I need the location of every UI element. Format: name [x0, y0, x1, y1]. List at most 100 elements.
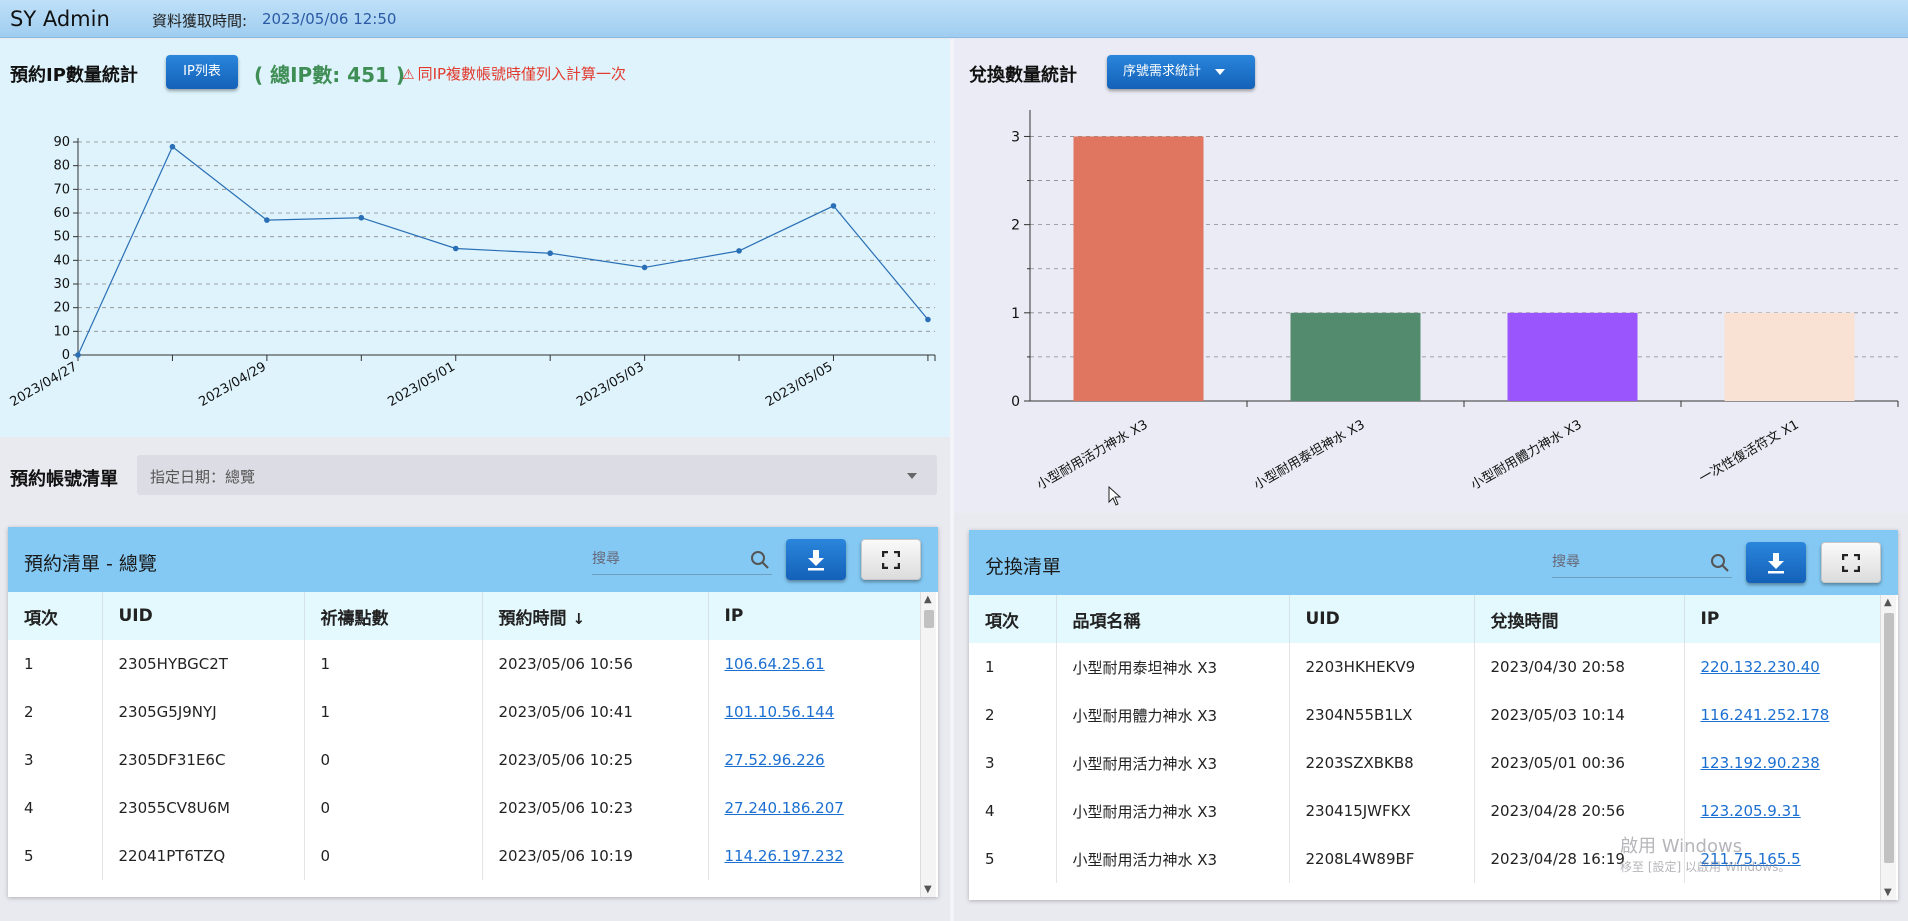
arrow-down-icon[interactable]: ↓: [573, 610, 586, 628]
col-header-no[interactable]: 項次: [969, 595, 1057, 643]
reserve-search-input[interactable]: [592, 545, 742, 573]
table-row[interactable]: 4 小型耐用活力神水 X3 230415JWFKX 2023/04/28 20:56 1…: [969, 787, 1881, 835]
cell-ip: 116.241.252.178: [1684, 691, 1881, 739]
caret-down-icon: [1215, 68, 1226, 75]
cell-time: 2023/05/06 10:23: [482, 784, 709, 832]
cell-item: 小型耐用泰坦神水 X3: [1056, 643, 1290, 691]
table-row[interactable]: 2 2305G5J9NYJ 1 2023/05/06 10:41 101.10.56.1…: [8, 688, 921, 736]
cell-ip: 114.26.197.232: [708, 832, 921, 880]
table-row[interactable]: 1 小型耐用泰坦神水 X3 2203HKHEKV9 2023/04/30 20:58 2…: [969, 643, 1881, 691]
ip-link[interactable]: 106.64.25.61: [725, 655, 825, 673]
cell-uid: 2304N55B1LX: [1289, 691, 1475, 739]
scroll-up-icon[interactable]: ▲: [1884, 597, 1892, 608]
account-list-title: 預約帳號清單: [10, 469, 118, 490]
cell-no: 4: [969, 787, 1057, 835]
redeem-scrollbar[interactable]: ▲ ▼: [1880, 595, 1896, 900]
cell-no: 2: [969, 691, 1057, 739]
y-tick-label: 80: [53, 159, 70, 174]
y-tick-label: 20: [53, 301, 70, 316]
x-tick-label: 2023/05/01: [385, 359, 457, 409]
redeem-bar-chart: 0 1 2 3 小型耐用活力神水 X3 小型耐用泰坦神水 X3 小型耐用體力神水 X3 一次性…: [1011, 110, 1899, 493]
cell-points: 0: [304, 736, 483, 784]
col-header-uid[interactable]: UID: [1289, 595, 1475, 643]
date-select[interactable]: 指定日期：總覽: [137, 455, 937, 495]
cell-uid: 2203SZXBKB8: [1289, 739, 1475, 787]
redeem-stats-dropdown-label: 序號需求統計: [1123, 64, 1202, 79]
ip-link[interactable]: 114.26.197.232: [725, 847, 844, 865]
cell-item: 小型耐用體力神水 X3: [1056, 691, 1290, 739]
col-header-time[interactable]: 預約時間 ↓: [482, 592, 709, 640]
bar: [1290, 312, 1421, 401]
reserve-scrollbar[interactable]: ▲ ▼: [920, 592, 936, 897]
cell-uid: 23055CV8U6M: [102, 784, 305, 832]
col-header-no[interactable]: 項次: [8, 592, 103, 640]
cell-ip: 123.205.9.31: [1684, 787, 1881, 835]
y-tick-label: 30: [53, 277, 70, 292]
col-header-ip[interactable]: IP: [1684, 595, 1881, 643]
ip-link[interactable]: 27.52.96.226: [725, 751, 825, 769]
scroll-down-icon[interactable]: ▼: [1884, 887, 1892, 898]
x-tick-label: 小型耐用泰坦神水 X3: [1251, 417, 1367, 493]
fullscreen-icon: [882, 550, 900, 569]
col-header-time-label: 預約時間: [498, 608, 567, 629]
redeem-table: 項次 品項名稱 UID 兌換時間 IP 1 小型耐用泰坦神水 X3 2203HKHE…: [969, 595, 1881, 883]
cell-points: 1: [304, 640, 483, 688]
reserve-table-header: 預約清單 - 總覽: [8, 527, 938, 592]
app-brand: SY Admin: [10, 7, 110, 31]
ip-link[interactable]: 123.205.9.31: [1701, 802, 1801, 820]
col-header-ip[interactable]: IP: [708, 592, 921, 640]
redeem-stats-title: 兌換數量統計: [969, 65, 1077, 86]
reserve-download-button[interactable]: [786, 539, 846, 580]
ip-link[interactable]: 27.240.186.207: [725, 799, 844, 817]
reserve-table: 項次 UID 祈禱點數 預約時間 ↓ IP 1 2305HYBGC2T 1 2023/0…: [8, 592, 921, 880]
data-point: [547, 250, 553, 257]
table-row[interactable]: 2 小型耐用體力神水 X3 2304N55B1LX 2023/05/03 10:14 1…: [969, 691, 1881, 739]
cell-no: 4: [8, 784, 103, 832]
ip-line-chart: 01020304050607080902023/04/27 2023/04/29 2…: [8, 135, 936, 410]
scroll-thumb[interactable]: [1884, 613, 1894, 863]
cell-points: 0: [304, 832, 483, 880]
scroll-thumb[interactable]: [924, 610, 934, 628]
cell-uid: 2208L4W89BF: [1289, 835, 1475, 883]
x-tick-label: 2023/04/27: [8, 359, 80, 409]
table-row[interactable]: 5 22041PT6TZQ 0 2023/05/06 10:19 114.26.197.…: [8, 832, 921, 880]
redeem-download-button[interactable]: [1746, 542, 1806, 583]
redeem-stats-dropdown[interactable]: 序號需求統計: [1107, 55, 1255, 89]
col-header-item[interactable]: 品項名稱: [1056, 595, 1290, 643]
x-tick-label: 2023/05/05: [763, 359, 835, 409]
download-icon: [1768, 552, 1784, 573]
y-tick-label: 2: [1011, 218, 1020, 234]
cell-uid: 2305HYBGC2T: [102, 640, 305, 688]
ip-list-button[interactable]: IP列表: [166, 55, 238, 89]
scroll-up-icon[interactable]: ▲: [924, 594, 932, 605]
fetch-time-label: 資料獲取時間:: [152, 12, 248, 30]
redeem-table-card: 兌換清單 項次 品項名稱 UID 兌換時間 IP 1小型耐用泰坦神水 X3220…: [969, 530, 1898, 900]
cell-no: 3: [8, 736, 103, 784]
cell-time: 2023/04/28 20:56: [1474, 787, 1685, 835]
reserve-fullscreen-button[interactable]: [861, 539, 921, 580]
search-icon[interactable]: [750, 550, 770, 570]
mouse-cursor-icon: [1108, 486, 1122, 506]
table-row[interactable]: 1 2305HYBGC2T 1 2023/05/06 10:56 106.64.25.6…: [8, 640, 921, 688]
ip-link[interactable]: 123.192.90.238: [1701, 754, 1820, 772]
cell-item: 小型耐用活力神水 X3: [1056, 787, 1290, 835]
series-line: [77, 145, 929, 356]
table-row[interactable]: 4 23055CV8U6M 0 2023/05/06 10:23 27.240.186.…: [8, 784, 921, 832]
search-icon[interactable]: [1710, 553, 1730, 573]
table-row[interactable]: 3 2305DF31E6C 0 2023/05/06 10:25 27.52.96.22…: [8, 736, 921, 784]
windows-activation-hint: 移至 [設定] 以啟用 Windows。: [1620, 860, 1791, 874]
cell-ip: 106.64.25.61: [708, 640, 921, 688]
ip-link[interactable]: 101.10.56.144: [725, 703, 835, 721]
redeem-search-input[interactable]: [1552, 548, 1702, 576]
redeem-fullscreen-button[interactable]: [1821, 542, 1881, 583]
col-header-time[interactable]: 兌換時間: [1474, 595, 1685, 643]
col-header-uid[interactable]: UID: [102, 592, 305, 640]
table-row[interactable]: 3 小型耐用活力神水 X3 2203SZXBKB8 2023/05/01 00:36 1…: [969, 739, 1881, 787]
scroll-down-icon[interactable]: ▼: [924, 884, 932, 895]
cell-time: 2023/05/06 10:25: [482, 736, 709, 784]
ip-link[interactable]: 220.132.230.40: [1701, 658, 1820, 676]
ip-link[interactable]: 116.241.252.178: [1701, 706, 1830, 724]
cell-time: 2023/04/30 20:58: [1474, 643, 1685, 691]
col-header-points[interactable]: 祈禱點數: [304, 592, 483, 640]
cell-no: 5: [969, 835, 1057, 883]
